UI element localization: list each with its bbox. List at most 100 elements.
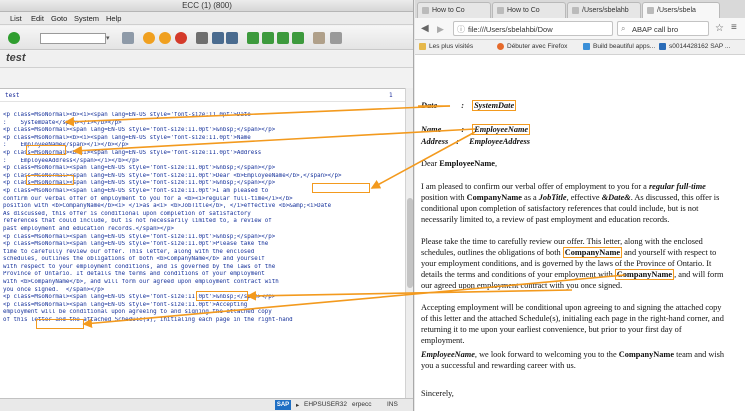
next-page-icon[interactable]	[277, 32, 289, 44]
search-text: ABAP call bro	[632, 25, 679, 34]
letter-document: Date : SystemDate Name : EmployeeName Ad…	[415, 56, 745, 411]
colon: :	[456, 137, 460, 146]
code-line: with respect to your employment conditio…	[3, 263, 276, 270]
previous-page-icon[interactable]	[262, 32, 274, 44]
url-text: file:///Users/sbelahbi/Dow	[468, 25, 553, 34]
menu-edit[interactable]: Edit	[31, 14, 44, 23]
find-icon[interactable]	[212, 32, 224, 44]
code-line: confirm our verbal offer of employment t…	[3, 195, 293, 202]
sap-menu-bar: List Edit Goto System Help	[0, 12, 413, 25]
file-icon	[647, 7, 654, 14]
bookmark-star-icon[interactable]: ☆	[715, 23, 724, 34]
menu-goto[interactable]: Goto	[51, 14, 67, 23]
colon: :	[461, 125, 465, 134]
text: I am pleased to confirm our verbal offer…	[421, 182, 649, 191]
status-server: erpecc	[352, 401, 372, 408]
info-icon: ⓘ	[457, 25, 465, 34]
sap-status-bar: SAP ▸ EHPSUSER32 erpecc INS	[0, 398, 413, 411]
date-label: Date	[421, 101, 438, 110]
bookmark-getting-started[interactable]: Débuter avec Firefox	[497, 43, 567, 50]
tab-3-label: /Users/sbelahb	[582, 7, 629, 14]
tab-1[interactable]: How to Co	[417, 2, 491, 18]
date-line: Date : SystemDate	[421, 100, 517, 111]
first-page-icon[interactable]	[247, 32, 259, 44]
scrollbar-thumb[interactable]	[407, 198, 413, 288]
code-line: <p class=MsoNormal><span lang=EN-US styl…	[3, 233, 276, 240]
bookmark-build-apps[interactable]: Build beautiful apps...	[583, 43, 655, 50]
status-user: EHPSUSER32	[304, 401, 347, 408]
forward-arrow-icon[interactable]: ▶	[437, 24, 444, 35]
command-field[interactable]	[40, 33, 106, 44]
highlight-companyname-code-1	[196, 291, 248, 301]
bookmark-sap[interactable]: s0014428162 SAP ...	[659, 43, 730, 50]
editor-scrollbar[interactable]	[405, 88, 413, 398]
code-editor[interactable]: test 1 <p class=MsoNormal><b><i><span la…	[0, 88, 405, 406]
menu-system[interactable]: System	[74, 14, 99, 23]
tab-4-label: /Users/sbela	[657, 7, 696, 14]
employee-name: EmployeeName	[421, 350, 475, 359]
code-line: time to carefully review our offer. This…	[3, 248, 255, 255]
code-line: As discussed, this offer is conditional …	[3, 210, 251, 217]
tab-4[interactable]: /Users/sbela	[642, 2, 720, 18]
code-line: employment will be conditional upon agre…	[3, 309, 272, 316]
text: as a	[521, 193, 539, 202]
tab-1-label: How to Co	[432, 7, 465, 14]
name-value: EmployeeName	[472, 124, 531, 135]
enter-check-icon[interactable]	[8, 32, 20, 44]
text: , we look forward to welcoming you to th…	[474, 350, 619, 359]
cancel-icon[interactable]	[175, 32, 187, 44]
tab-2[interactable]: How to Co	[492, 2, 566, 18]
code-line: Province of Ontario. It details the term…	[3, 271, 265, 278]
tab-2-label: How to Co	[507, 7, 540, 14]
bookmark-most-visited[interactable]: Les plus visités	[419, 43, 473, 50]
paragraph-3: Accepting employment will be conditional…	[421, 302, 727, 346]
back-icon[interactable]	[143, 32, 155, 44]
url-bar[interactable]: ⓘ file:///Users/sbelahbi/Dow	[453, 21, 613, 36]
text: , effective	[566, 193, 602, 202]
page-icon	[659, 43, 666, 50]
firefox-icon	[497, 43, 504, 50]
colon: :	[461, 101, 464, 110]
tab-favicon-icon	[497, 7, 504, 14]
bookmark-label: Build beautiful apps...	[593, 43, 656, 50]
code-line: <p class=MsoNormal><span lang=EN-US styl…	[3, 241, 269, 248]
status-triangle-icon[interactable]: ▸	[296, 401, 299, 409]
command-dropdown-icon[interactable]: ▾	[106, 34, 114, 43]
greeting-name: EmployeeName	[439, 159, 495, 168]
navigation-bar: ◀ ▶ ⓘ file:///Users/sbelahbi/Dow ⌕ ABAP …	[415, 18, 745, 40]
save-icon[interactable]	[122, 32, 134, 44]
last-page-icon[interactable]	[292, 32, 304, 44]
highlight-companyname-code-2	[36, 319, 84, 329]
company-name: CompanyName	[618, 350, 675, 359]
address-line: Address : EmployeeAddress	[421, 136, 530, 147]
help-icon[interactable]	[330, 32, 342, 44]
screen-title: test	[6, 52, 26, 64]
back-arrow-icon[interactable]: ◀	[421, 23, 429, 34]
print-icon[interactable]	[196, 32, 208, 44]
greeting: Dear EmployeeName,	[421, 158, 497, 169]
code-line: position with <b>CompanyName</b><i> </i>…	[3, 203, 332, 210]
closing: Sincerely,	[421, 389, 454, 398]
find-next-icon[interactable]	[226, 32, 238, 44]
code-line: <p class=MsoNormal><span lang=EN-US styl…	[3, 165, 276, 172]
exit-icon[interactable]	[159, 32, 171, 44]
greeting-prefix: Dear	[421, 159, 440, 168]
tab-3[interactable]: /Users/sbelahb	[567, 2, 641, 18]
code-line: references that could include, but is no…	[3, 218, 272, 225]
code-line: : EmployeeAddress</span></i></b></p>	[3, 157, 140, 164]
code-line: with <b>CompanyName</b>, and will form o…	[3, 279, 279, 286]
bookmark-label: Les plus visités	[429, 43, 474, 50]
company-name: CompanyName	[466, 193, 522, 202]
bookmark-label: s0014428162 SAP ...	[669, 43, 731, 50]
menu-icon[interactable]: ≡	[731, 22, 737, 33]
highlight-systemdate-code	[26, 145, 66, 155]
code-line: <p class=MsoNormal><span lang=EN-US styl…	[3, 127, 276, 134]
menu-list[interactable]: List	[10, 14, 22, 23]
search-bar[interactable]: ⌕ ABAP call bro	[617, 21, 709, 36]
highlight-employeename-code	[26, 175, 74, 185]
greeting-suffix: ,	[494, 159, 498, 168]
menu-help[interactable]: Help	[106, 14, 121, 23]
new-session-icon[interactable]	[313, 32, 325, 44]
code-line: <p class=MsoNormal><b><i><span lang=EN-U…	[3, 112, 251, 118]
sap-gui-window: ECC (1) (800) List Edit Goto System Help…	[0, 0, 414, 411]
